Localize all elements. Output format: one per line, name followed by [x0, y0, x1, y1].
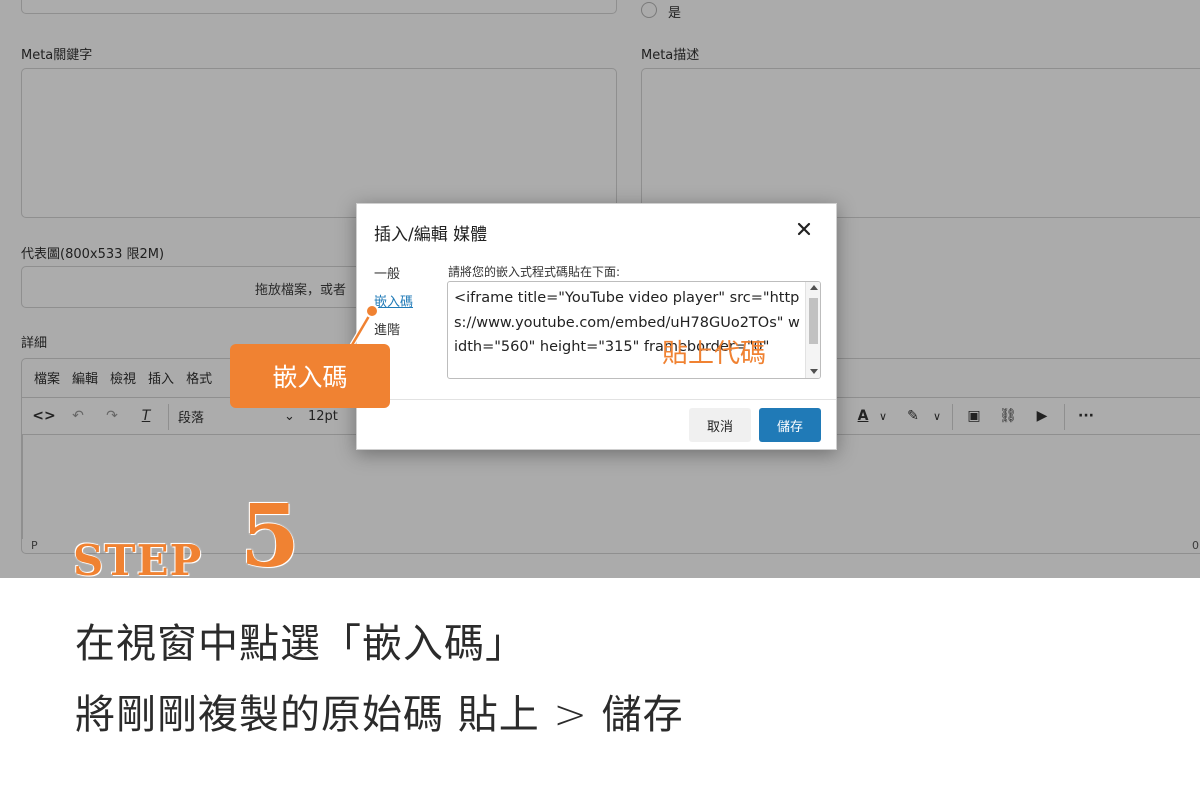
chevron-down-icon[interactable]: ∨	[930, 404, 944, 428]
toolbar-divider	[168, 404, 169, 430]
caption-line-2: 將剛剛複製的原始碼 貼上 > 儲存	[75, 692, 684, 738]
insert-media-dialog: 插入/編輯 媒體 一般 嵌入碼 進階 請將您的嵌入式程式碼貼在下面: <ifra…	[356, 203, 837, 450]
dropzone-text: 拖放檔案，或者	[255, 283, 347, 298]
tab-advanced[interactable]: 進階	[374, 319, 400, 338]
status-wordcount: 0	[1192, 539, 1199, 552]
scroll-up-icon[interactable]	[810, 285, 818, 290]
top-input[interactable]	[21, 0, 617, 14]
paste-code-note: 貼上代碼	[662, 339, 767, 369]
undo-icon[interactable]: ↶	[66, 404, 90, 428]
text-color-icon[interactable]: A	[852, 404, 874, 428]
dialog-title: 插入/編輯 媒體	[374, 225, 488, 245]
scrollbar[interactable]	[805, 282, 820, 378]
meta-description-label: Meta描述	[641, 48, 700, 63]
meta-keywords-label: Meta關鍵字	[21, 48, 93, 63]
cancel-button[interactable]: 取消	[689, 408, 751, 442]
image-icon[interactable]: ▣	[962, 404, 986, 428]
meta-description-field[interactable]	[641, 68, 1200, 218]
caption-line-1: 在視窗中點選「嵌入碼」	[75, 621, 526, 667]
menu-view[interactable]: 檢視	[110, 368, 136, 387]
tab-general[interactable]: 一般	[374, 263, 400, 282]
tab-embed[interactable]: 嵌入碼	[374, 291, 413, 310]
highlight-icon[interactable]: ✎	[902, 404, 924, 428]
radio-yes[interactable]	[641, 2, 657, 18]
editor-menubar: 檔案 編輯 檢視 插入 格式	[22, 358, 218, 396]
chevron-down-icon: ⌄	[284, 408, 295, 424]
scrollbar-thumb[interactable]	[809, 298, 818, 344]
more-icon[interactable]: ···	[1074, 404, 1098, 428]
editor-content-area[interactable]	[22, 435, 1200, 539]
meta-keywords-field[interactable]	[21, 68, 617, 218]
menu-edit[interactable]: 編輯	[72, 368, 98, 387]
scroll-down-icon[interactable]	[810, 369, 818, 374]
media-icon[interactable]: ▶	[1030, 404, 1054, 428]
menu-insert[interactable]: 插入	[148, 368, 174, 387]
embed-callout: 嵌入碼	[230, 344, 390, 408]
close-icon[interactable]	[793, 218, 815, 240]
details-label: 詳細	[21, 336, 48, 351]
source-code-icon[interactable]: <>	[32, 404, 56, 428]
save-button[interactable]: 儲存	[759, 408, 821, 442]
step-word: STEP	[73, 536, 203, 585]
paragraph-select-value: 段落	[178, 410, 205, 426]
link-icon[interactable]: ⛓	[996, 404, 1020, 428]
dialog-footer: 取消 儲存	[357, 399, 836, 450]
cover-image-label: 代表圖(800x533 限2M)	[21, 247, 165, 262]
clear-format-icon[interactable]: T	[134, 404, 158, 428]
embed-hint: 請將您的嵌入式程式碼貼在下面:	[448, 265, 621, 279]
radio-yes-label: 是	[668, 6, 682, 21]
status-path: P	[31, 539, 38, 552]
redo-icon[interactable]: ↷	[100, 404, 124, 428]
toolbar-divider	[1064, 404, 1065, 430]
step-number: 5	[240, 486, 300, 587]
toolbar-divider	[952, 404, 953, 430]
menu-format[interactable]: 格式	[186, 368, 212, 387]
chevron-down-icon[interactable]: ∨	[876, 404, 890, 428]
menu-file[interactable]: 檔案	[34, 368, 60, 387]
